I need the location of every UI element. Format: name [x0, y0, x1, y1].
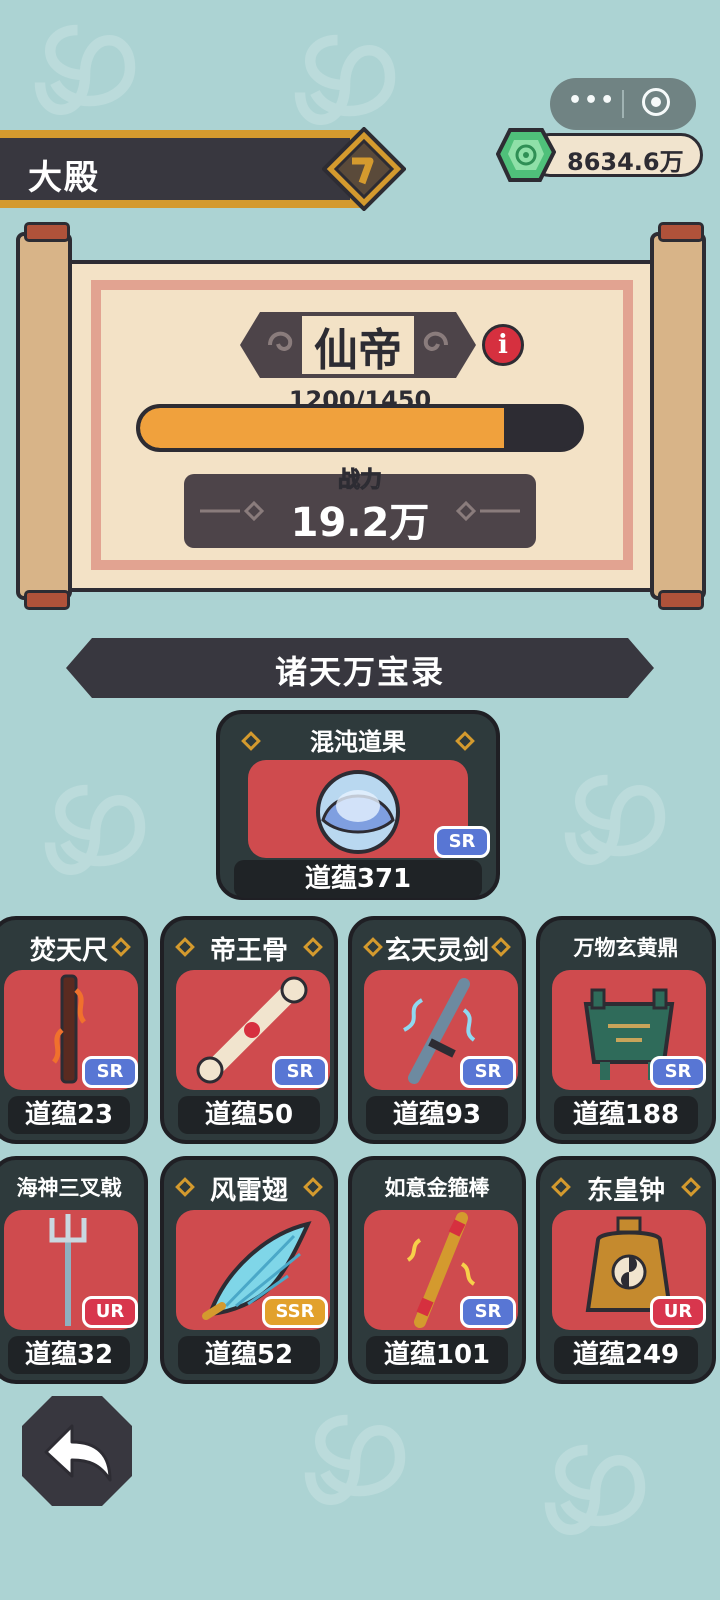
- treasure-card[interactable]: 东皇钟 UR 道蕴249: [536, 1156, 716, 1384]
- info-icon[interactable]: i: [482, 324, 524, 366]
- treasure-value: 道蕴50: [178, 1096, 320, 1134]
- scroll-rod-left: [16, 222, 72, 610]
- rank-progress-bar: [136, 404, 584, 452]
- swirl-pattern-icon: [304, 1414, 406, 1505]
- swirl-pattern-icon: [544, 1444, 646, 1535]
- rarity-badge: SR: [460, 1056, 516, 1088]
- treasure-value: 道蕴371: [234, 860, 482, 898]
- progress-fill: [140, 408, 505, 448]
- featured-treasure-card[interactable]: 混沌道果 SR 道蕴371: [216, 710, 500, 900]
- capsule-divider: [622, 90, 624, 118]
- treasure-value: 道蕴32: [8, 1336, 130, 1374]
- rarity-badge: UR: [82, 1296, 138, 1328]
- treasure-card[interactable]: 海神三叉戟 UR 道蕴32: [0, 1156, 148, 1384]
- section-title: 诸天万宝录: [274, 653, 445, 691]
- title-bar: 大殿: [0, 126, 406, 212]
- rarity-badge: SR: [460, 1296, 516, 1328]
- treasure-name: 海神三叉戟: [16, 1176, 122, 1200]
- currency-amount: 8634.6万: [567, 148, 684, 176]
- power-panel: 战力 19.2万: [184, 468, 536, 548]
- treasure-card[interactable]: 玄天灵剑 SR 道蕴93: [348, 916, 526, 1144]
- rarity-badge: UR: [650, 1296, 706, 1328]
- back-arrow-icon[interactable]: [18, 1392, 136, 1510]
- treasure-value: 道蕴249: [554, 1336, 698, 1374]
- treasure-name: 万物玄黄鼎: [573, 936, 679, 960]
- rarity-badge: SR: [272, 1056, 328, 1088]
- treasure-name: 玄天灵剑: [384, 936, 489, 966]
- rarity-badge: SR: [434, 826, 490, 858]
- treasure-value: 道蕴52: [178, 1336, 320, 1374]
- cloud-ornament-icon: [456, 500, 520, 522]
- rank-name: 仙帝: [314, 325, 402, 376]
- treasure-name: 混沌道果: [310, 728, 406, 756]
- hall-emblem-icon: [322, 127, 406, 211]
- rarity-badge: SR: [650, 1056, 706, 1088]
- scroll-rod-right: [650, 222, 706, 610]
- treasure-name: 如意金箍棒: [384, 1176, 490, 1200]
- treasure-value: 道蕴188: [554, 1096, 698, 1134]
- treasure-value: 道蕴101: [366, 1336, 508, 1374]
- swirl-pattern-icon: [564, 774, 666, 865]
- page-title: 大殿: [28, 158, 100, 198]
- treasure-card[interactable]: 焚天尺 SR 道蕴23: [0, 916, 148, 1144]
- treasure-name: 焚天尺: [29, 936, 108, 966]
- jade-gem-icon: [496, 128, 556, 182]
- treasure-name: 风雷翅: [209, 1176, 288, 1206]
- treasure-card[interactable]: 万物玄黄鼎 SR 道蕴188: [536, 916, 716, 1144]
- treasure-name: 帝王骨: [209, 936, 288, 966]
- swirl-pattern-icon: [44, 784, 146, 875]
- rarity-badge: SSR: [262, 1296, 328, 1328]
- target-icon[interactable]: [642, 88, 670, 116]
- miniapp-capsule: •••: [550, 78, 696, 130]
- treasure-value: 道蕴23: [8, 1096, 130, 1134]
- treasure-card[interactable]: 风雷翅 SSR 道蕴52: [160, 1156, 338, 1384]
- cloud-ornament-icon: [200, 500, 264, 522]
- treasure-card[interactable]: 如意金箍棒 SR 道蕴101: [348, 1156, 526, 1384]
- treasure-card[interactable]: 帝王骨 SR 道蕴50: [160, 916, 338, 1144]
- rarity-badge: SR: [82, 1056, 138, 1088]
- treasure-name: 东皇钟: [586, 1176, 665, 1206]
- more-dots-icon[interactable]: •••: [568, 88, 616, 113]
- treasure-value: 道蕴93: [366, 1096, 508, 1134]
